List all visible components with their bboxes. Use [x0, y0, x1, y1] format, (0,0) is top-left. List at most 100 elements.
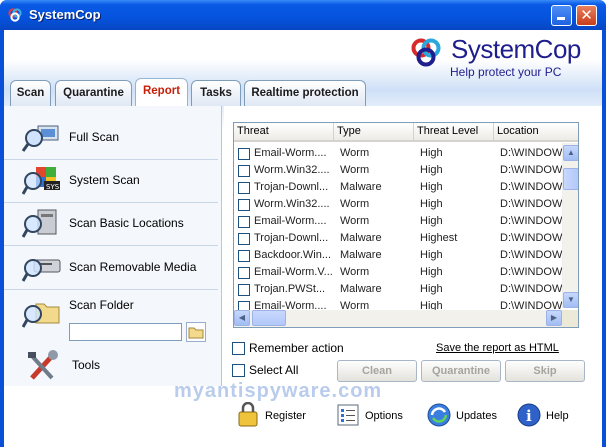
- threat-level-cell: High: [420, 147, 443, 159]
- row-checkbox[interactable]: [238, 216, 250, 228]
- location-cell: D:\WINDOW: [500, 181, 562, 193]
- options-icon: [337, 404, 359, 426]
- scroll-down-icon[interactable]: ▼: [563, 292, 578, 308]
- table-row[interactable]: Email-Worm.V... Worm High D:\WINDOW: [234, 264, 564, 281]
- skip-button[interactable]: Skip: [505, 360, 585, 382]
- clean-button[interactable]: Clean: [337, 360, 417, 382]
- row-checkbox[interactable]: [238, 267, 250, 279]
- table-header: Threat Type Threat Level Location: [234, 123, 578, 142]
- quarantine-button[interactable]: Quarantine: [421, 360, 501, 382]
- select-all-label: Select All: [249, 363, 299, 377]
- magnifier-drive-icon: [22, 209, 57, 238]
- browse-folder-button[interactable]: [186, 322, 206, 342]
- row-checkbox[interactable]: [238, 148, 250, 160]
- tab-report[interactable]: Report: [135, 78, 188, 106]
- sidebar-item-scan-folder[interactable]: Scan Folder: [4, 290, 218, 348]
- location-cell: D:\WINDOW: [500, 164, 562, 176]
- threat-cell: Worm.Win32....: [254, 198, 330, 210]
- threat-table[interactable]: Threat Type Threat Level Location Email-…: [233, 122, 579, 328]
- table-row[interactable]: Worm.Win32.... Worm High D:\WINDOW: [234, 162, 564, 179]
- sidebar-item-label: Full Scan: [69, 130, 120, 144]
- app-window: SystemCop ✕ SystemCop Help protect your …: [0, 0, 606, 447]
- sidebar-item-label: Tools: [72, 358, 101, 372]
- row-checkbox[interactable]: [238, 284, 250, 296]
- register-label: Register: [265, 410, 306, 422]
- report-panel: Threat Type Threat Level Location Email-…: [224, 106, 602, 386]
- title-bar[interactable]: SystemCop ✕: [0, 0, 606, 30]
- threat-cell: Trojan.PWSt...: [254, 283, 326, 295]
- threat-cell: Trojan-Downl...: [254, 181, 329, 193]
- row-checkbox[interactable]: [238, 250, 250, 262]
- threat-cell: Email-Worm....: [254, 147, 327, 159]
- location-cell: D:\WINDOW: [500, 249, 562, 261]
- brand-header: SystemCop Help protect your PC: [409, 34, 599, 82]
- register-icon: [238, 402, 258, 427]
- scan-sidebar: Full Scan SYS System Scan Scan Basic Loc…: [4, 106, 222, 386]
- threat-level-cell: Highest: [420, 232, 458, 244]
- table-row[interactable]: Trojan-Downl... Malware Highest D:\WINDOW: [234, 230, 564, 247]
- threat-level-cell: High: [420, 266, 443, 278]
- row-checkbox[interactable]: [238, 165, 250, 177]
- horizontal-scroll-thumb[interactable]: [252, 310, 286, 326]
- column-header-location[interactable]: Location: [494, 123, 578, 142]
- remember-action-checkbox[interactable]: [232, 342, 245, 355]
- column-header-type[interactable]: Type: [334, 123, 414, 142]
- table-row[interactable]: Worm.Win32.... Worm High D:\WINDOW: [234, 196, 564, 213]
- row-checkbox[interactable]: [238, 199, 250, 211]
- threat-level-cell: High: [420, 198, 443, 210]
- save-report-link[interactable]: Save the report as HTML: [436, 342, 559, 354]
- sidebar-item-full-scan[interactable]: Full Scan: [4, 117, 218, 160]
- tab-quarantine[interactable]: Quarantine: [55, 80, 132, 106]
- help-label: Help: [546, 410, 569, 422]
- sidebar-item-system-scan[interactable]: SYS System Scan: [4, 160, 218, 203]
- sidebar-item-label: System Scan: [69, 173, 140, 187]
- type-cell: Malware: [340, 232, 382, 244]
- column-header-threat-level[interactable]: Threat Level: [414, 123, 494, 142]
- column-header-threat[interactable]: Threat: [234, 123, 334, 142]
- vertical-scrollbar[interactable]: ▲ ▼: [562, 143, 578, 308]
- magnifier-folder-icon: [22, 303, 60, 328]
- threat-cell: Email-Worm.V...: [254, 266, 333, 278]
- sidebar-item-label: Scan Removable Media: [69, 260, 197, 274]
- table-row[interactable]: Trojan.PWSt... Malware High D:\WINDOW: [234, 281, 564, 298]
- scrollbar-corner: [562, 310, 578, 327]
- threat-cell: Email-Worm....: [254, 215, 327, 227]
- close-icon: ✕: [580, 7, 593, 24]
- help-icon: i: [517, 403, 541, 427]
- location-cell: D:\WINDOW: [500, 147, 562, 159]
- location-cell: D:\WINDOW: [500, 266, 562, 278]
- table-row[interactable]: Email-Worm.... Worm High D:\WINDOW: [234, 145, 564, 162]
- sidebar-item-scan-basic-locations[interactable]: Scan Basic Locations: [4, 203, 218, 246]
- sidebar-item-label: Scan Folder: [69, 298, 134, 312]
- threat-level-cell: High: [420, 164, 443, 176]
- scroll-left-icon[interactable]: ◀: [234, 310, 250, 326]
- brand-logo-icon: [411, 38, 441, 67]
- threat-level-cell: High: [420, 181, 443, 193]
- window-title: SystemCop: [29, 7, 101, 22]
- table-row[interactable]: Backdoor.Win... Malware High D:\WINDOW: [234, 247, 564, 264]
- table-row[interactable]: Trojan-Downl... Malware High D:\WINDOW: [234, 179, 564, 196]
- scroll-thumb[interactable]: [563, 168, 578, 190]
- client-area: SystemCop Help protect your PC Scan Quar…: [4, 30, 602, 447]
- svg-text:i: i: [526, 407, 532, 425]
- close-button[interactable]: ✕: [576, 5, 597, 26]
- folder-icon: [188, 327, 204, 339]
- type-cell: Worm: [340, 215, 370, 227]
- tab-scan[interactable]: Scan: [10, 80, 51, 106]
- svg-text:SYS: SYS: [46, 183, 60, 191]
- horizontal-scrollbar[interactable]: ◀ ▶: [234, 310, 562, 327]
- type-cell: Malware: [340, 249, 382, 261]
- threat-level-cell: High: [420, 215, 443, 227]
- table-row[interactable]: Email-Worm.... Worm High D:\WINDOW: [234, 213, 564, 230]
- select-all-checkbox[interactable]: [232, 364, 245, 377]
- sidebar-item-scan-removable-media[interactable]: Scan Removable Media: [4, 246, 218, 290]
- row-checkbox[interactable]: [238, 233, 250, 245]
- scan-folder-input[interactable]: [69, 323, 182, 341]
- row-checkbox[interactable]: [238, 182, 250, 194]
- tab-tasks[interactable]: Tasks: [191, 80, 241, 106]
- scroll-right-icon[interactable]: ▶: [546, 310, 562, 326]
- tab-realtime-protection[interactable]: Realtime protection: [244, 80, 366, 106]
- scroll-up-icon[interactable]: ▲: [563, 145, 578, 161]
- minimize-button[interactable]: [551, 5, 572, 26]
- location-cell: D:\WINDOW: [500, 283, 562, 295]
